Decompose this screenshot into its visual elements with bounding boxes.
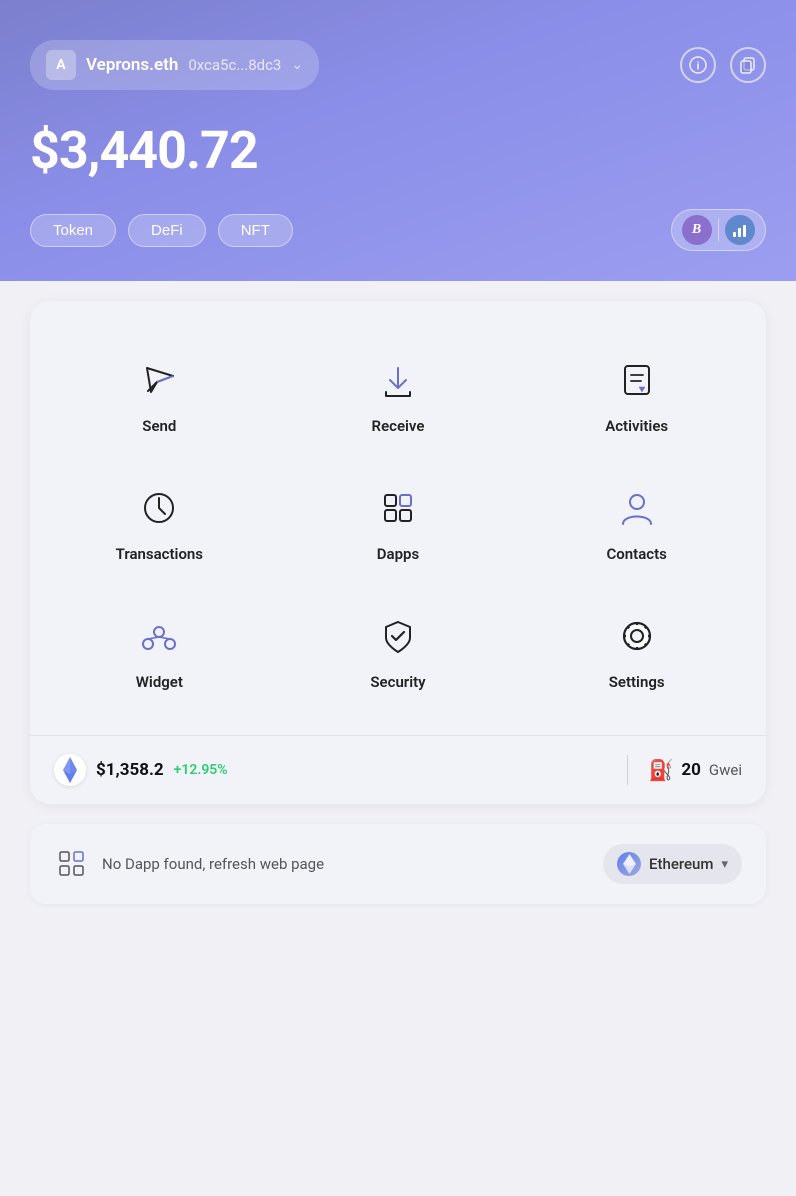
activities-action[interactable]: Activities xyxy=(517,331,756,459)
receive-label: Receive xyxy=(372,417,425,435)
dapps-action[interactable]: Dapps xyxy=(279,459,518,587)
action-grid: Send Receive Ac xyxy=(30,311,766,735)
tab-row: Token DeFi NFT B xyxy=(30,209,766,251)
info-bar: $1,358.2 +12.95% ⛽ 20 Gwei xyxy=(30,735,766,804)
header-actions: i xyxy=(680,47,766,83)
main-card: Send Receive Ac xyxy=(30,301,766,804)
dapps-small-icon xyxy=(54,846,90,882)
contacts-action[interactable]: Contacts xyxy=(517,459,756,587)
wallet-selector[interactable]: A Veprons.eth 0xca5c...8dc3 ⌄ xyxy=(30,40,319,90)
eth-change: +12.95% xyxy=(174,762,228,778)
receive-action[interactable]: Receive xyxy=(279,331,518,459)
eth-price: $1,358.2 xyxy=(96,760,164,780)
copy-button[interactable] xyxy=(730,47,766,83)
network-switcher[interactable]: B xyxy=(671,209,767,251)
send-icon xyxy=(134,355,184,405)
settings-action[interactable]: Settings xyxy=(517,587,756,715)
network-selector[interactable]: Ethereum ▾ xyxy=(603,844,742,884)
header-section: A Veprons.eth 0xca5c...8dc3 ⌄ i $3,440.7… xyxy=(0,0,796,281)
activities-icon xyxy=(612,355,662,405)
dapp-message: No Dapp found, refresh web page xyxy=(102,855,324,873)
network-b-icon: B xyxy=(682,215,712,245)
settings-label: Settings xyxy=(609,673,665,691)
dropdown-arrow-icon: ▾ xyxy=(721,857,728,872)
settings-icon xyxy=(612,611,662,661)
wallet-address: 0xca5c...8dc3 xyxy=(188,56,281,74)
dapps-label: Dapps xyxy=(377,545,419,563)
transactions-icon xyxy=(134,483,184,533)
bar-divider xyxy=(627,755,628,785)
dapps-icon xyxy=(373,483,423,533)
gas-value: 20 xyxy=(681,760,701,780)
tab-defi[interactable]: DeFi xyxy=(128,214,206,247)
security-icon xyxy=(373,611,423,661)
activities-label: Activities xyxy=(605,417,668,435)
divider xyxy=(718,219,720,241)
security-action[interactable]: Security xyxy=(279,587,518,715)
contacts-label: Contacts xyxy=(606,545,666,563)
tab-token[interactable]: Token xyxy=(30,214,116,247)
widget-icon xyxy=(134,611,184,661)
network-name: Ethereum xyxy=(649,855,713,873)
send-label: Send xyxy=(142,417,176,435)
gas-unit: Gwei xyxy=(709,761,742,779)
chevron-down-icon: ⌄ xyxy=(291,57,303,73)
total-balance: $3,440.72 xyxy=(30,120,766,181)
dapp-left: No Dapp found, refresh web page xyxy=(54,846,324,882)
network-chart-icon xyxy=(725,215,755,245)
transactions-label: Transactions xyxy=(116,545,203,563)
address-bar: A Veprons.eth 0xca5c...8dc3 ⌄ i xyxy=(30,40,766,90)
security-label: Security xyxy=(370,673,425,691)
dapp-bar: No Dapp found, refresh web page Ethereum… xyxy=(30,824,766,904)
widget-action[interactable]: Widget xyxy=(40,587,279,715)
send-action[interactable]: Send xyxy=(40,331,279,459)
transactions-action[interactable]: Transactions xyxy=(40,459,279,587)
receive-icon xyxy=(373,355,423,405)
contacts-icon xyxy=(612,483,662,533)
asset-tabs: Token DeFi NFT xyxy=(30,214,293,247)
widget-label: Widget xyxy=(136,673,183,691)
wallet-name: Veprons.eth xyxy=(86,55,178,75)
svg-text:i: i xyxy=(696,61,699,73)
eth-price-section: $1,358.2 +12.95% xyxy=(54,754,607,786)
gas-section: ⛽ 20 Gwei xyxy=(648,758,742,782)
eth-logo xyxy=(54,754,86,786)
gas-pump-icon: ⛽ xyxy=(648,758,673,782)
avatar: A xyxy=(46,50,76,80)
eth-network-icon xyxy=(617,852,641,876)
tab-nft[interactable]: NFT xyxy=(218,214,293,247)
info-button[interactable]: i xyxy=(680,47,716,83)
